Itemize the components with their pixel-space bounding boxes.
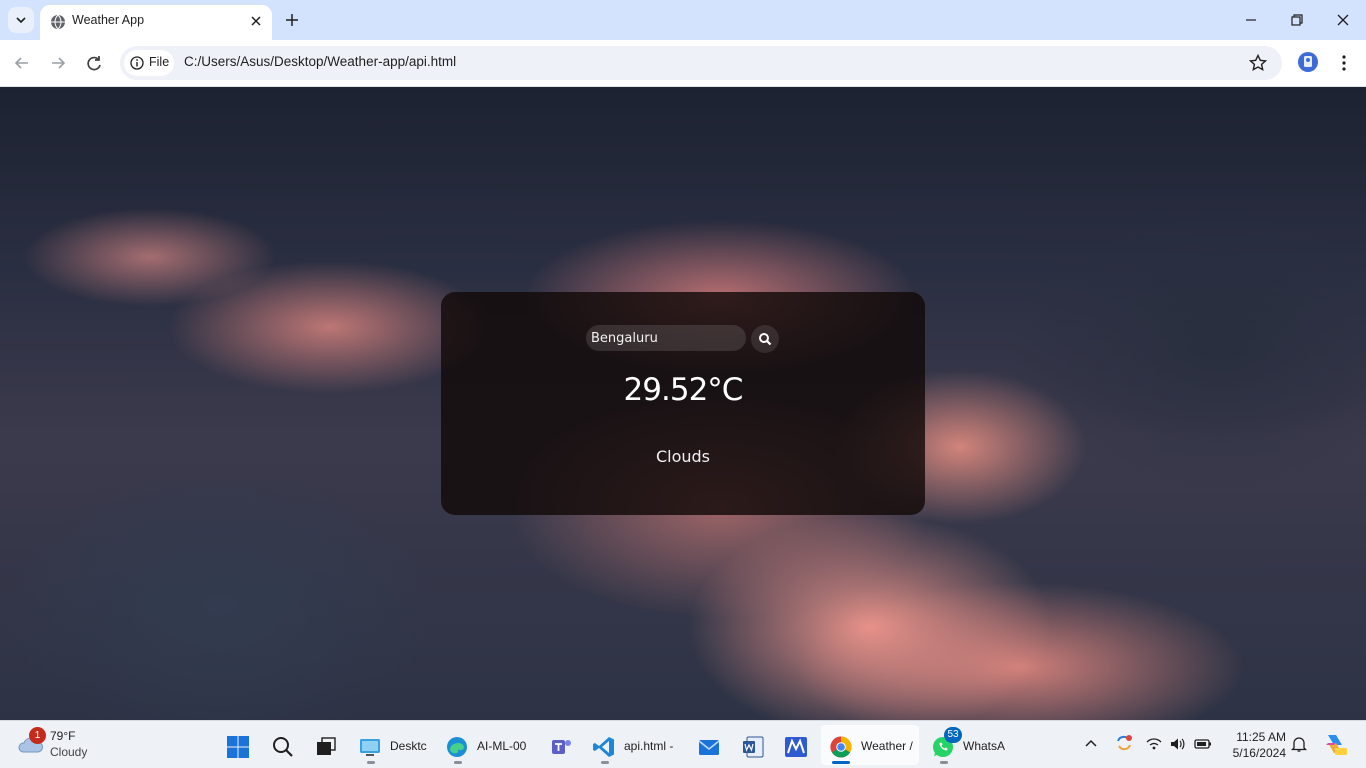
- taskbar-app-m[interactable]: [776, 725, 816, 765]
- taskbar-app-label: api.html -: [624, 739, 674, 753]
- app-m-icon: [785, 737, 807, 757]
- window-close-icon[interactable]: [1333, 10, 1353, 30]
- info-icon: [130, 56, 144, 70]
- running-indicator: [367, 761, 375, 764]
- taskbar-search-button[interactable]: [263, 725, 303, 765]
- weather-widget-temp: 79°F: [50, 729, 76, 743]
- taskbar-app-chrome[interactable]: Weather /: [821, 725, 919, 765]
- teams-icon: [552, 740, 571, 754]
- chevron-up-icon[interactable]: [1082, 735, 1100, 753]
- browser-titlebar: Weather App: [0, 0, 1366, 40]
- reload-icon[interactable]: [83, 52, 105, 74]
- file-scheme-label: File: [149, 55, 170, 69]
- task-view-icon: [317, 737, 336, 755]
- weather-widget-condition: Cloudy: [50, 745, 88, 759]
- browser-toolbar: File C:/Users/Asus/Desktop/Weather-app/a…: [0, 40, 1366, 87]
- notification-bell-icon[interactable]: [1290, 735, 1308, 753]
- restore-icon[interactable]: [1287, 10, 1307, 30]
- taskbar-app-label: WhatsA: [963, 739, 1006, 753]
- taskbar-app-word[interactable]: [733, 725, 773, 765]
- taskbar-app-label: AI-ML-00: [477, 739, 527, 753]
- address-bar[interactable]: File C:/Users/Asus/Desktop/Weather-app/a…: [120, 46, 1282, 80]
- minimize-icon[interactable]: [1241, 10, 1261, 30]
- battery-icon[interactable]: [1194, 735, 1212, 753]
- word-icon: [743, 736, 764, 758]
- search-icon: [273, 737, 293, 757]
- taskbar-app-whatsapp[interactable]: 53 WhatsA: [923, 725, 1013, 765]
- wifi-icon[interactable]: [1145, 735, 1163, 753]
- tab-search-button[interactable]: [8, 7, 34, 33]
- weather-description: Clouds: [655, 447, 711, 466]
- forward-arrow-icon[interactable]: [47, 52, 69, 74]
- task-view-button[interactable]: [306, 725, 346, 765]
- taskbar-app-mail[interactable]: [689, 725, 729, 765]
- profile-avatar-icon[interactable]: [1297, 51, 1319, 73]
- volume-icon[interactable]: [1169, 735, 1187, 753]
- clock-date: 5/16/2024: [1232, 746, 1286, 760]
- taskbar-app-file-explorer[interactable]: Desktc: [350, 725, 436, 765]
- taskbar-app-label: Desktc: [390, 739, 427, 753]
- search-icon: [759, 333, 772, 346]
- start-button[interactable]: [218, 725, 258, 765]
- back-arrow-icon[interactable]: [11, 52, 33, 74]
- mail-icon: [698, 740, 720, 755]
- site-info-chip[interactable]: File: [124, 50, 174, 76]
- temperature-value: 29.52°C: [623, 372, 744, 408]
- chrome-icon: [830, 736, 852, 758]
- tab-title: Weather App: [72, 13, 145, 27]
- browser-tab[interactable]: Weather App: [40, 5, 272, 40]
- windows-logo-icon: [227, 736, 249, 758]
- taskbar: 1 79°F Cloudy Desktc AI-ML-00 api.html -…: [0, 720, 1366, 768]
- running-indicator: [454, 761, 462, 764]
- taskbar-app-label: Weather /: [861, 739, 913, 753]
- url-text[interactable]: C:/Users/Asus/Desktop/Weather-app/api.ht…: [184, 54, 456, 69]
- system-clock[interactable]: 11:25 AM 5/16/2024: [1222, 729, 1286, 761]
- running-indicator: [940, 761, 948, 764]
- taskbar-app-edge[interactable]: AI-ML-00: [437, 725, 533, 765]
- sync-icon[interactable]: [1114, 733, 1134, 753]
- taskbar-app-vscode[interactable]: api.html -: [584, 725, 680, 765]
- plus-icon[interactable]: [282, 10, 302, 30]
- notification-badge: 1: [29, 727, 46, 744]
- weather-card: 29.52°C Clouds: [441, 292, 925, 515]
- weather-widget[interactable]: 1 79°F Cloudy: [14, 727, 124, 763]
- active-indicator: [832, 761, 850, 764]
- more-vert-icon[interactable]: [1334, 53, 1354, 73]
- city-search-input[interactable]: [586, 325, 746, 351]
- chevron-down-icon: [16, 17, 26, 24]
- search-button[interactable]: [751, 325, 779, 353]
- page-viewport: 29.52°C Clouds: [0, 87, 1366, 720]
- desktop-folder-icon: [360, 739, 380, 756]
- edge-icon: [447, 737, 467, 757]
- clock-time: 11:25 AM: [1236, 730, 1286, 744]
- vscode-icon: [593, 737, 614, 757]
- close-icon[interactable]: [248, 13, 264, 29]
- copilot-icon[interactable]: [1322, 731, 1348, 757]
- globe-icon: [51, 14, 65, 30]
- running-indicator: [601, 761, 609, 764]
- taskbar-app-teams[interactable]: [541, 725, 581, 765]
- notification-badge: 53: [944, 727, 962, 743]
- bookmark-star-icon[interactable]: [1248, 53, 1268, 73]
